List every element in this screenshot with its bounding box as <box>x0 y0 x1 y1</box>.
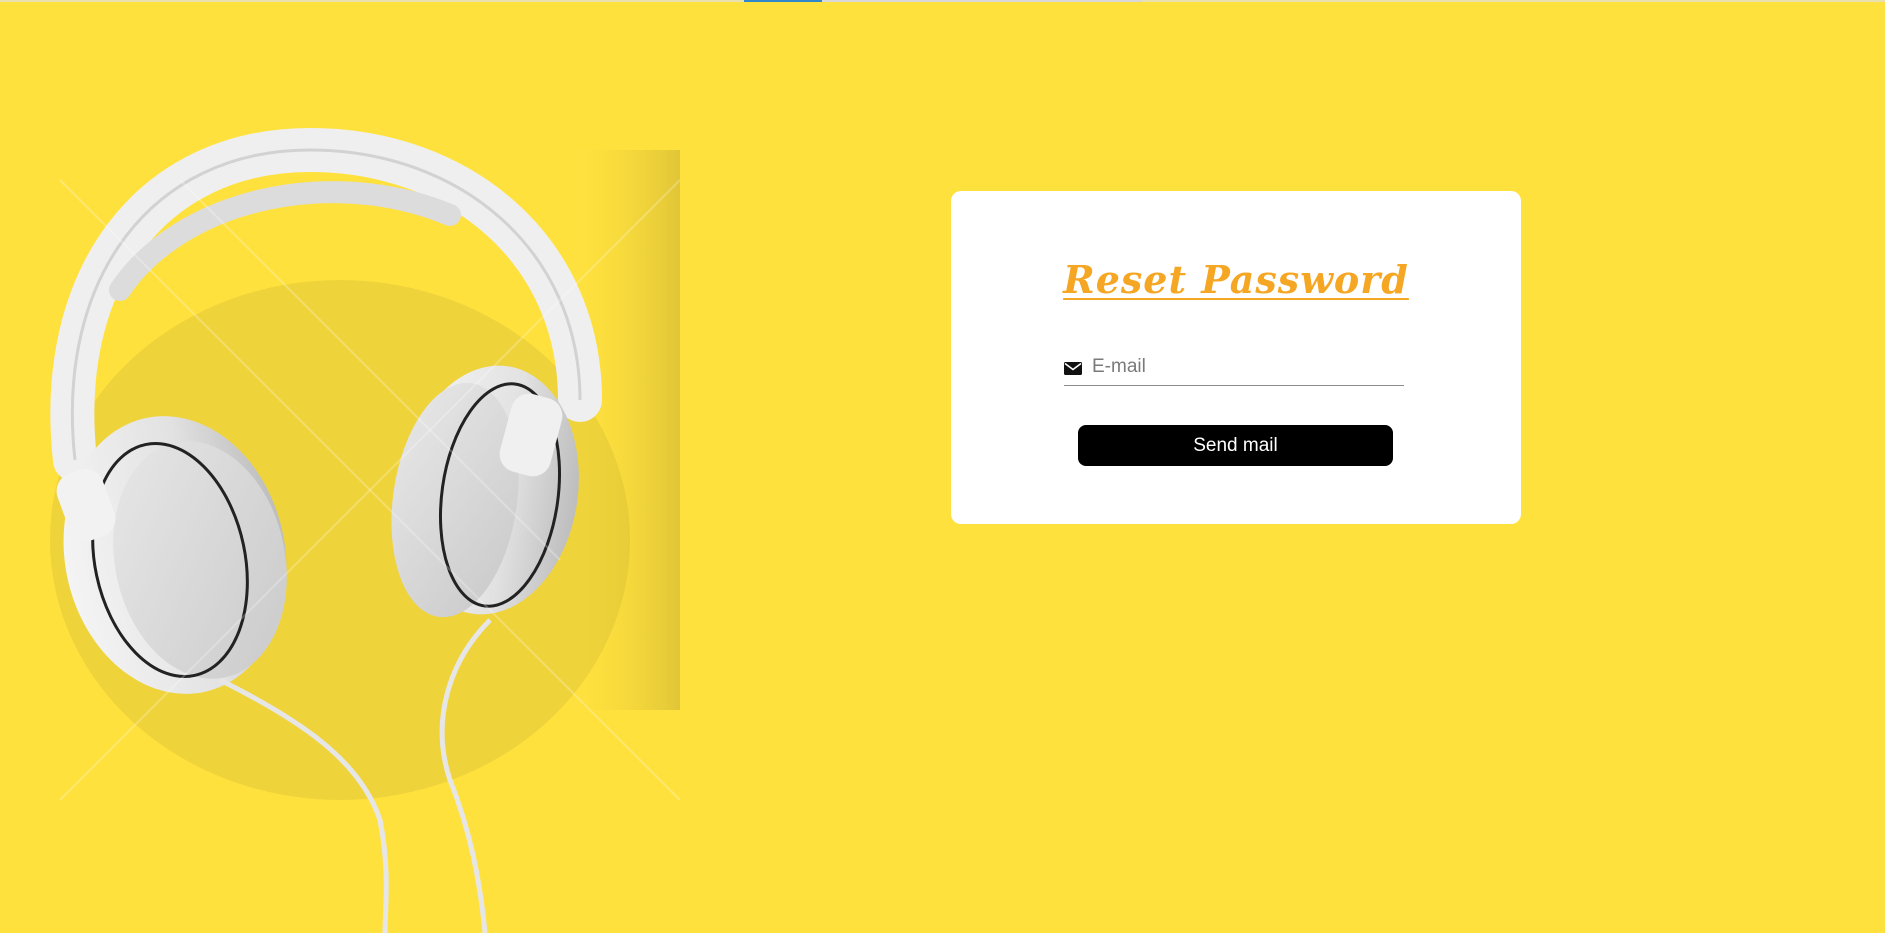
email-field[interactable] <box>1064 351 1404 386</box>
page-title: Reset Password <box>1063 257 1409 302</box>
loading-bar-track <box>822 0 1142 2</box>
email-input[interactable] <box>1092 351 1397 383</box>
envelope-icon <box>1064 362 1082 375</box>
headphones-icon <box>50 127 680 933</box>
headphones-image <box>0 0 680 933</box>
reset-password-card: Reset Password Send mail <box>951 191 1521 524</box>
send-mail-button[interactable]: Send mail <box>1078 425 1393 466</box>
loading-bar-progress <box>744 0 822 2</box>
reset-password-page: Reset Password Send mail <box>0 0 1885 933</box>
